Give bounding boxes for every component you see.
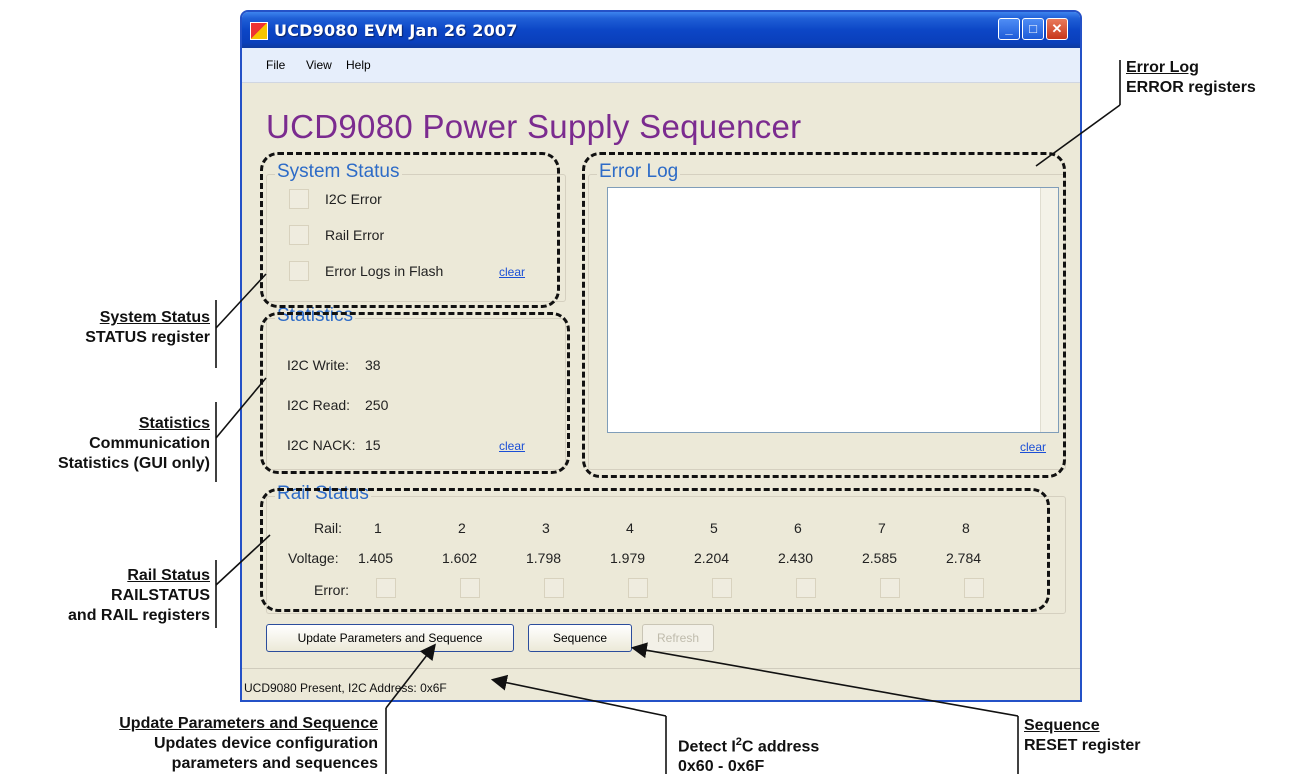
annotation-detect-desc: 0x60 - 0x6F bbox=[678, 758, 765, 776]
annotation-system-status-title: System Status bbox=[99, 309, 210, 326]
callout-lines bbox=[215, 60, 1121, 774]
annotation-rail-status-title: Rail Status bbox=[127, 567, 210, 584]
annotation-rail-status: Rail Status RAILSTATUS and RAIL register… bbox=[20, 566, 210, 626]
annotation-update-title: Update Parameters and Sequence bbox=[119, 715, 378, 732]
annotation-statistics: Statistics Communication Statistics (GUI… bbox=[0, 414, 210, 474]
annotation-detect: Detect I2C address 0x60 - 0x6F bbox=[678, 732, 819, 777]
annotation-error-log-title: Error Log bbox=[1126, 59, 1199, 76]
error-log-arrow bbox=[1035, 104, 1121, 167]
annotation-system-status-desc: STATUS register bbox=[85, 329, 210, 346]
annotation-rail-status-desc2: and RAIL registers bbox=[68, 607, 210, 624]
annotation-update-desc2: parameters and sequences bbox=[171, 755, 378, 772]
annotation-error-log-desc: ERROR registers bbox=[1126, 79, 1256, 96]
annotation-statistics-desc1: Communication bbox=[89, 435, 210, 452]
annotation-system-status: System Status STATUS register bbox=[20, 308, 210, 348]
annotation-update: Update Parameters and Sequence Updates d… bbox=[10, 714, 378, 774]
annotation-error-log: Error Log ERROR registers bbox=[1126, 58, 1256, 98]
annotation-statistics-title: Statistics bbox=[138, 415, 210, 432]
annotation-rail-status-desc1: RAILSTATUS bbox=[111, 587, 210, 604]
annotation-statistics-desc2: Statistics (GUI only) bbox=[57, 455, 210, 472]
annotation-sequence: Sequence RESET register bbox=[1024, 716, 1140, 756]
annotation-update-desc1: Updates device configuration bbox=[153, 735, 378, 752]
annotation-sequence-title: Sequence bbox=[1024, 717, 1100, 734]
annotation-sequence-desc: RESET register bbox=[1024, 737, 1141, 754]
annotation-detect-title: Detect I2C address bbox=[678, 736, 820, 756]
